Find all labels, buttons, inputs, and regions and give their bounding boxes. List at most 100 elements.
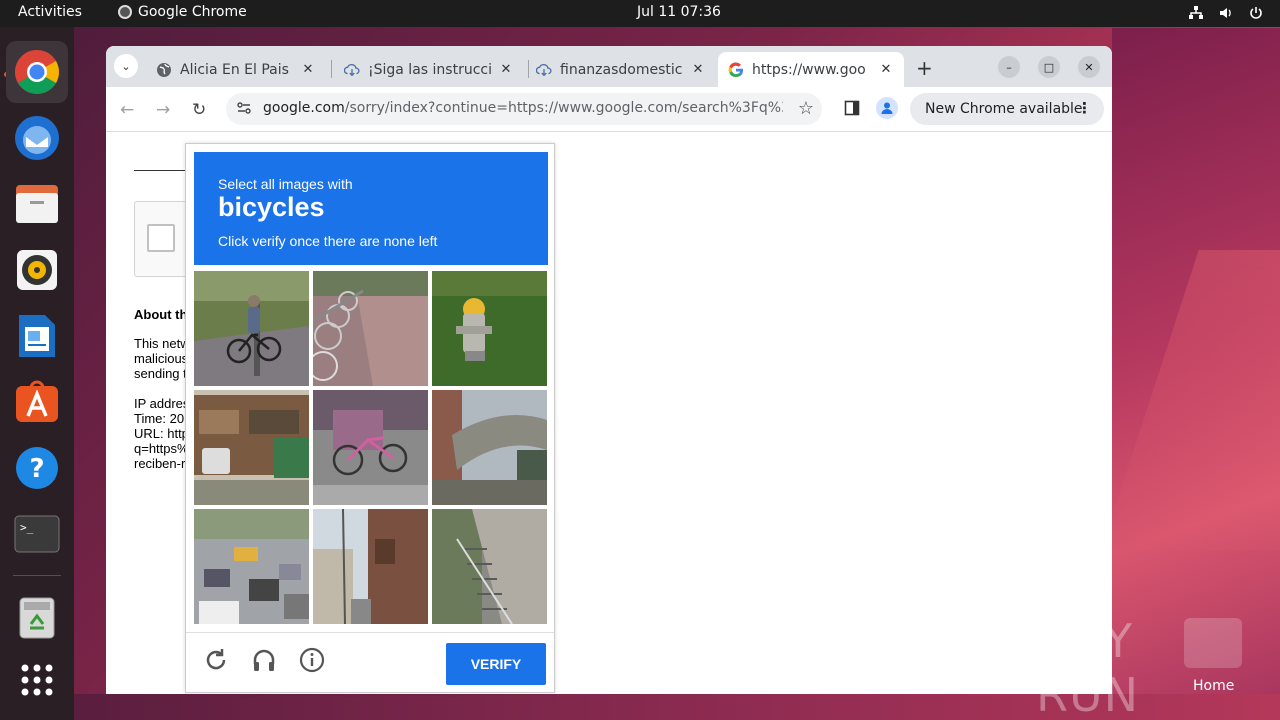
tile-city-traffic[interactable] xyxy=(194,509,309,624)
text-line: This netw xyxy=(134,336,190,351)
reload-icon: ↻ xyxy=(192,100,207,120)
close-tab-icon[interactable]: ✕ xyxy=(690,62,706,77)
bookmark-star-icon[interactable]: ☆ xyxy=(798,98,814,119)
writer-icon xyxy=(19,315,55,357)
help-icon: ? xyxy=(16,447,58,489)
globe-icon xyxy=(156,62,172,78)
profile-avatar[interactable] xyxy=(876,97,898,119)
forward-arrow-icon: → xyxy=(156,100,171,120)
home-label[interactable]: Home xyxy=(1193,678,1234,694)
text-line: q=https% xyxy=(134,441,189,456)
about-heading: About th xyxy=(134,307,188,322)
close-tab-icon[interactable]: ✕ xyxy=(878,62,894,77)
maximize-icon: □ xyxy=(1043,60,1055,74)
tile-concrete-stairs[interactable] xyxy=(432,509,547,624)
activities-button[interactable]: Activities xyxy=(18,4,82,20)
challenge-header: Select all images with bicycles Click ve… xyxy=(194,152,548,265)
forward-button[interactable]: → xyxy=(156,100,170,120)
tile-stone-bridge[interactable] xyxy=(432,390,547,505)
info-button[interactable] xyxy=(297,645,327,675)
maximize-button[interactable]: □ xyxy=(1038,56,1060,78)
text-line: sending t xyxy=(134,366,187,381)
reload-button[interactable]: ↻ xyxy=(192,100,206,120)
tile-old-house-with-car[interactable] xyxy=(194,390,309,505)
dock-terminal[interactable]: >_ xyxy=(6,503,68,565)
tab-google-active[interactable]: https://www.goo ✕ xyxy=(718,52,904,87)
svg-text:>_: >_ xyxy=(20,521,34,534)
tab-siga[interactable]: ¡Siga las instruccio ✕ xyxy=(334,52,524,87)
home-folder-icon[interactable] xyxy=(1184,618,1242,668)
dock-thunderbird[interactable] xyxy=(6,107,68,169)
tab-strip: ⌄ Alicia En El Pais D ✕ ¡Siga las instru… xyxy=(106,46,1112,87)
tile-pink-bicycles[interactable] xyxy=(313,390,428,505)
text-line: Time: 20 xyxy=(134,411,185,426)
system-tray[interactable] xyxy=(1188,5,1264,21)
new-tab-button[interactable]: + xyxy=(916,56,933,80)
tile-yellow-fire-hydrant[interactable] xyxy=(432,271,547,386)
power-icon xyxy=(1250,7,1262,19)
close-tab-icon[interactable]: ✕ xyxy=(498,62,514,77)
app-grid-icon xyxy=(21,664,53,696)
text-line: malicious xyxy=(134,351,189,366)
dock-trash[interactable] xyxy=(6,587,68,649)
tab-title: https://www.goo xyxy=(752,61,866,78)
dock-chrome[interactable] xyxy=(6,41,68,103)
tab-finanzas[interactable]: finanzasdomestic ✕ xyxy=(526,52,716,87)
text-line: URL: http xyxy=(134,426,189,441)
dock-files[interactable] xyxy=(6,173,68,235)
tab-alicia[interactable]: Alicia En El Pais D ✕ xyxy=(146,52,326,87)
headphones-icon xyxy=(253,649,275,671)
text-line: IP addres xyxy=(134,396,190,411)
text-line: reciben-r xyxy=(134,456,186,471)
refresh-icon xyxy=(206,649,226,670)
top-bar: Activities Google Chrome Jul 11 07:36 xyxy=(0,0,1280,27)
instruction-subline: Click verify once there are none left xyxy=(218,233,438,249)
site-info-icon[interactable] xyxy=(236,100,252,120)
dock-rhythmbox[interactable] xyxy=(6,239,68,301)
menu-dots-icon[interactable]: ⋮ xyxy=(1077,99,1092,117)
url-host: google.com xyxy=(263,100,345,116)
challenge-footer: VERIFY xyxy=(186,632,554,692)
audio-challenge-button[interactable] xyxy=(249,645,279,675)
reload-challenge-button[interactable] xyxy=(201,645,231,675)
address-bar[interactable]: google.com/sorry/index?continue=https://… xyxy=(226,93,822,125)
download-cloud-icon xyxy=(344,62,360,78)
dock-separator xyxy=(13,575,61,576)
tab-separator xyxy=(331,60,332,78)
paragraph-2: IP addres Time: 20 URL: http q=https% re… xyxy=(134,396,189,471)
app-menu[interactable]: Google Chrome xyxy=(118,4,247,20)
target-keyword: bicycles xyxy=(218,192,325,222)
verify-button[interactable]: VERIFY xyxy=(446,643,546,685)
dock: ? >_ xyxy=(0,27,74,720)
minimize-button[interactable]: – xyxy=(998,56,1020,78)
google-icon xyxy=(728,61,744,78)
close-icon: ✕ xyxy=(1084,60,1094,74)
trash-icon xyxy=(19,597,55,639)
paragraph-1: This netw malicious sending t xyxy=(134,336,190,381)
chrome-icon xyxy=(15,50,59,94)
volume-icon xyxy=(1220,8,1231,18)
tab-search-button[interactable]: ⌄ xyxy=(114,54,138,78)
tab-title: Alicia En El Pais D xyxy=(180,61,294,78)
files-icon xyxy=(16,185,58,223)
dock-app-center[interactable] xyxy=(6,371,68,433)
close-window-button[interactable]: ✕ xyxy=(1078,56,1100,78)
recaptcha-checkbox[interactable] xyxy=(147,224,175,252)
info-icon xyxy=(299,647,325,673)
dock-help[interactable]: ? xyxy=(6,437,68,499)
close-tab-icon[interactable]: ✕ xyxy=(300,62,316,77)
tile-cyclist-on-path[interactable] xyxy=(194,271,309,386)
svg-text:?: ? xyxy=(29,454,44,484)
show-apps-button[interactable] xyxy=(6,649,68,711)
side-panel-icon[interactable] xyxy=(844,100,860,116)
minimize-icon: – xyxy=(1006,60,1012,74)
clock[interactable]: Jul 11 07:36 xyxy=(637,4,721,20)
tab-title: finanzasdomestic xyxy=(560,61,683,78)
tile-narrow-street-buildings[interactable] xyxy=(313,509,428,624)
download-cloud-icon xyxy=(536,62,552,78)
person-icon xyxy=(881,102,893,114)
dock-writer[interactable] xyxy=(6,305,68,367)
new-chrome-available-button[interactable]: New Chrome available ⋮ xyxy=(910,93,1104,125)
back-button[interactable]: ← xyxy=(120,100,134,120)
tile-parked-bicycles-sidewalk[interactable] xyxy=(313,271,428,386)
